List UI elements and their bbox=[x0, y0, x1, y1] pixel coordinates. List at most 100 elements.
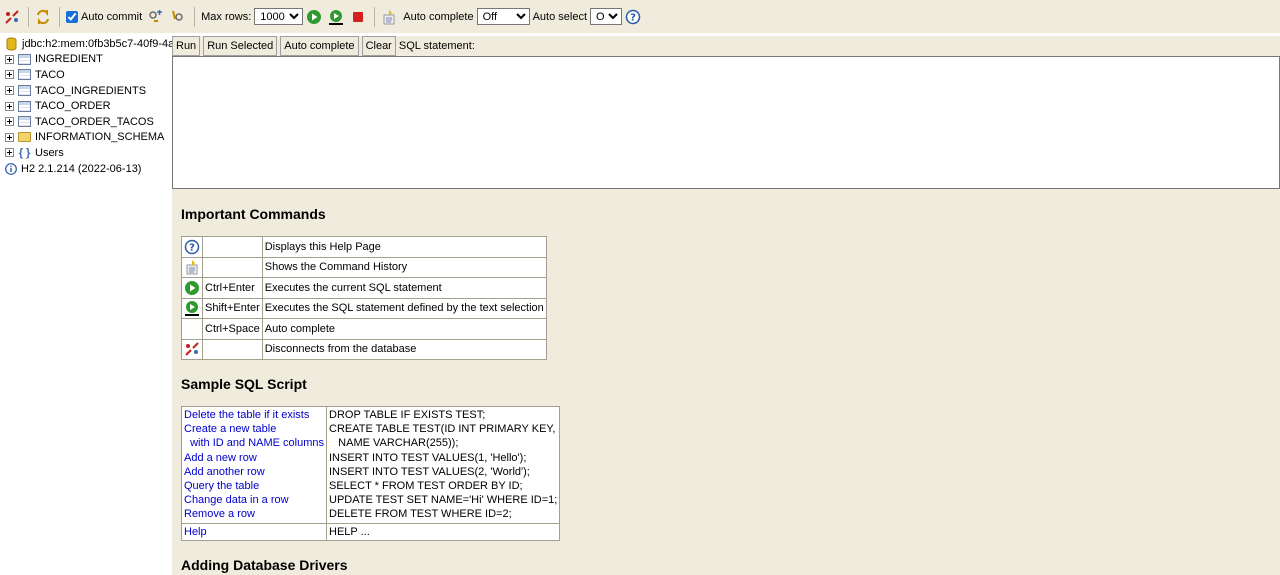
expand-icon[interactable] bbox=[5, 117, 14, 127]
run-button[interactable] bbox=[306, 9, 322, 25]
tree-item[interactable]: { } Users bbox=[0, 145, 172, 161]
sample-sql-line: INSERT INTO TEST VALUES(2, 'World'); bbox=[329, 465, 530, 478]
disconnect-icon bbox=[5, 9, 19, 24]
auto-complete-button[interactable]: Auto complete bbox=[280, 36, 359, 56]
svg-text:?: ? bbox=[189, 242, 195, 253]
tree-item[interactable]: TACO_INGREDIENTS bbox=[0, 83, 172, 99]
commit-icon bbox=[149, 9, 163, 22]
sample-desc-link[interactable]: Create a new table bbox=[184, 422, 324, 436]
tree-item-label: TACO bbox=[35, 68, 65, 81]
sample-sql-line: DROP TABLE IF EXISTS TEST; bbox=[329, 409, 486, 421]
expand-icon[interactable] bbox=[5, 86, 14, 96]
run-icon bbox=[185, 280, 199, 295]
svg-text:?: ? bbox=[630, 12, 636, 23]
expand-icon[interactable] bbox=[5, 101, 14, 111]
stop-button[interactable] bbox=[350, 9, 366, 25]
sample-sql-line: SELECT * FROM TEST ORDER BY ID; bbox=[329, 480, 523, 493]
table-icon bbox=[18, 100, 31, 112]
table-icon bbox=[18, 53, 31, 65]
command-key-cell: Ctrl+Enter bbox=[202, 277, 263, 299]
command-icon-cell[interactable] bbox=[181, 338, 203, 360]
auto-commit-check[interactable] bbox=[66, 10, 78, 23]
help-button[interactable]: ? bbox=[625, 9, 641, 25]
tree-item[interactable]: TACO_ORDER bbox=[0, 98, 172, 114]
sample-desc-link[interactable]: Query the table bbox=[184, 479, 324, 493]
command-desc-cell: Executes the current SQL statement bbox=[261, 277, 547, 299]
rollback-button[interactable] bbox=[170, 9, 186, 25]
sample-sql-line: NAME VARCHAR(255)); bbox=[329, 437, 459, 450]
command-desc-cell: Auto complete bbox=[261, 318, 547, 340]
toolbar-divider bbox=[194, 6, 196, 27]
command-icon-cell[interactable] bbox=[181, 277, 203, 299]
auto-complete-select[interactable]: Off bbox=[476, 8, 530, 25]
auto-commit-checkbox[interactable]: Auto commit bbox=[66, 10, 143, 23]
run-selected-text-button[interactable]: Run Selected bbox=[203, 36, 278, 56]
help-icon: ? bbox=[184, 239, 200, 254]
sql-editor[interactable] bbox=[172, 56, 1280, 189]
tree-item[interactable]: INGREDIENT bbox=[0, 52, 172, 68]
auto-complete-label: Auto complete bbox=[403, 10, 474, 23]
important-commands-heading: Important Commands bbox=[181, 206, 326, 222]
max-rows-select[interactable]: 1000 bbox=[254, 8, 304, 25]
sample-sql-cell: DROP TABLE IF EXISTS TEST; CREATE TABLE T… bbox=[325, 406, 561, 524]
expand-icon[interactable] bbox=[5, 132, 14, 142]
sample-help-desc[interactable]: Help bbox=[181, 522, 327, 541]
stop-icon bbox=[353, 11, 364, 22]
expand-icon[interactable] bbox=[5, 148, 14, 158]
command-desc-cell: Displays this Help Page bbox=[261, 236, 547, 258]
toolbar-divider bbox=[374, 6, 376, 27]
command-desc-cell: Executes the SQL statement defined by th… bbox=[261, 297, 547, 319]
history-icon bbox=[186, 260, 198, 275]
sample-sql-line: CREATE TABLE TEST(ID INT PRIMARY KEY, bbox=[329, 423, 556, 436]
command-icon-cell[interactable] bbox=[181, 297, 203, 319]
table-icon bbox=[18, 85, 31, 97]
tree-item[interactable]: TACO bbox=[0, 67, 172, 83]
history-button[interactable] bbox=[381, 9, 397, 25]
command-key-cell bbox=[202, 256, 263, 278]
result-panel: Important Commands ? Displays this Help P… bbox=[172, 189, 1280, 575]
sample-desc-link[interactable]: Add another row bbox=[184, 465, 324, 479]
command-icon-cell[interactable] bbox=[181, 256, 203, 278]
version-label: H2 2.1.214 (2022-06-13) bbox=[21, 162, 142, 175]
refresh-button[interactable] bbox=[35, 9, 51, 25]
history-icon bbox=[383, 9, 395, 24]
sample-sql-heading: Sample SQL Script bbox=[181, 376, 307, 392]
run-selected-button[interactable] bbox=[328, 9, 344, 25]
commit-button[interactable] bbox=[148, 9, 164, 25]
sample-sql-line: UPDATE TEST SET NAME='Hi' WHERE ID=1; bbox=[329, 494, 558, 507]
sample-desc-link[interactable]: Remove a row bbox=[184, 507, 324, 521]
run-selected-icon bbox=[329, 9, 344, 25]
command-key-cell bbox=[202, 236, 263, 258]
run-text-button[interactable]: Run bbox=[172, 36, 201, 56]
disconnect-button[interactable] bbox=[4, 9, 20, 25]
auto-select-select[interactable]: On bbox=[590, 8, 623, 25]
sample-desc-link[interactable]: Add a new row bbox=[184, 451, 324, 465]
command-icon-cell bbox=[181, 318, 203, 340]
tree-item[interactable]: INFORMATION_SCHEMA bbox=[0, 130, 172, 146]
tree-connection[interactable]: jdbc:h2:mem:0fb3b5c7-40f9-4a9 bbox=[0, 36, 172, 52]
table-icon bbox=[18, 69, 31, 81]
command-row: Shift+Enter Executes the SQL statement de… bbox=[181, 297, 547, 319]
tree-items: INGREDIENT TACO TACO_INGREDIENTS TACO_ORDER… bbox=[0, 52, 172, 161]
rollback-icon bbox=[172, 10, 183, 21]
run-selected-icon bbox=[185, 301, 199, 317]
help-icon: ? bbox=[625, 9, 641, 24]
auto-commit-label: Auto commit bbox=[81, 10, 143, 23]
object-tree: jdbc:h2:mem:0fb3b5c7-40f9-4a9 INGREDIENT… bbox=[0, 36, 172, 575]
tree-item-label: TACO_ORDER_TACOS bbox=[35, 115, 154, 128]
sample-desc-link[interactable]: Delete the table if it exists bbox=[184, 408, 324, 422]
tree-item-label: TACO_INGREDIENTS bbox=[35, 84, 147, 97]
refresh-icon bbox=[37, 9, 49, 24]
tree-item[interactable]: TACO_ORDER_TACOS bbox=[0, 114, 172, 130]
expand-icon[interactable] bbox=[5, 54, 14, 64]
database-icon bbox=[6, 37, 17, 51]
command-key-cell bbox=[202, 338, 263, 360]
folder-icon bbox=[18, 132, 31, 143]
clear-button[interactable]: Clear bbox=[361, 36, 396, 56]
expand-icon[interactable] bbox=[5, 70, 14, 80]
sample-desc-cell[interactable]: Delete the table if it exists Create a ne… bbox=[181, 406, 327, 524]
command-icon-cell[interactable]: ? bbox=[181, 236, 203, 258]
sample-desc-link[interactable]: Change data in a row bbox=[184, 493, 324, 507]
command-desc-cell: Shows the Command History bbox=[261, 256, 547, 278]
sample-desc-link[interactable]: with ID and NAME columns bbox=[184, 436, 324, 450]
